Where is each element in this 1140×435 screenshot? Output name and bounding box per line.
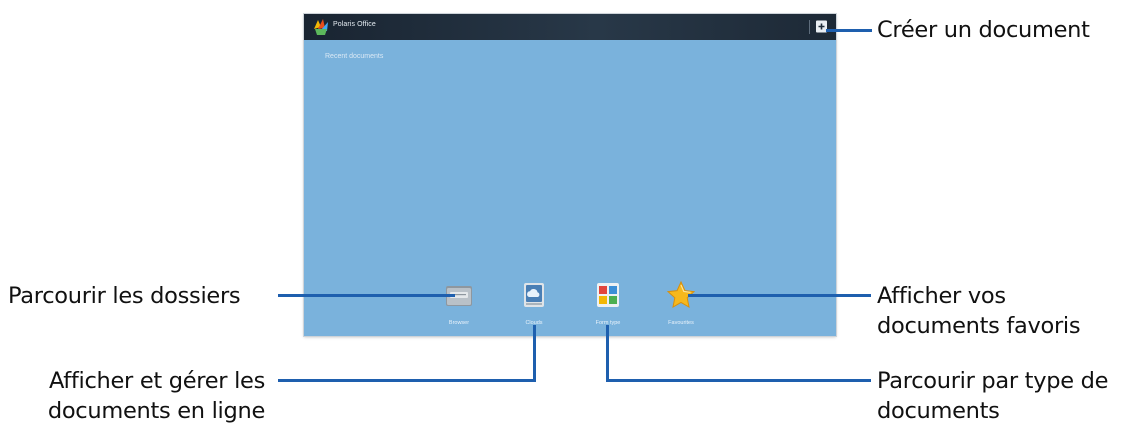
- browse-folders-callout: Parcourir les dossiers: [8, 283, 241, 309]
- favourites-label: Favourites: [668, 320, 694, 326]
- manage-online-callout-line1: Afficher et gérer les: [48, 368, 265, 394]
- recent-documents-heading: Recent documents: [325, 53, 384, 60]
- form-type-icon: [597, 283, 619, 307]
- browse-by-type-callout-line2: documents: [877, 398, 1000, 424]
- form-type-callout-horizontal-line: [606, 379, 871, 382]
- cloud-icon: [524, 283, 544, 307]
- polaris-office-logo-icon: [314, 19, 328, 35]
- browse-by-type-callout: Parcourir par type de documents: [877, 366, 1108, 426]
- favourites-callout-line: [688, 294, 871, 297]
- clouds-button[interactable]: Clouds: [509, 280, 559, 330]
- clouds-callout-horizontal-line: [278, 379, 536, 382]
- form-type-callout-vertical-line: [606, 325, 609, 382]
- form-type-button[interactable]: Form type: [583, 280, 633, 330]
- clouds-callout-vertical-line: [533, 325, 536, 382]
- manage-online-callout-line2: documents en ligne: [47, 398, 265, 424]
- browse-by-type-callout-line1: Parcourir par type de: [877, 368, 1109, 394]
- browse-folders-callout-line: [278, 294, 455, 297]
- manage-online-callout: Afficher et gérer les documents en ligne: [0, 366, 265, 426]
- tablet-screen: Polaris Office Recent documents Browser …: [304, 14, 836, 336]
- browser-label: Browser: [448, 320, 470, 326]
- title-bar: Polaris Office: [304, 14, 836, 40]
- create-document-callout-line: [826, 29, 872, 32]
- favourites-callout-line2: documents favoris: [877, 313, 1081, 339]
- favourites-button[interactable]: Favourites: [656, 280, 706, 330]
- app-title: Polaris Office: [333, 21, 376, 28]
- favourites-callout-line1: Afficher vos: [877, 283, 1006, 309]
- favourites-callout: Afficher vos documents favoris: [877, 281, 1081, 341]
- create-document-callout: Créer un document: [877, 17, 1090, 43]
- browser-button[interactable]: Browser: [434, 280, 484, 330]
- title-separator: [809, 20, 810, 34]
